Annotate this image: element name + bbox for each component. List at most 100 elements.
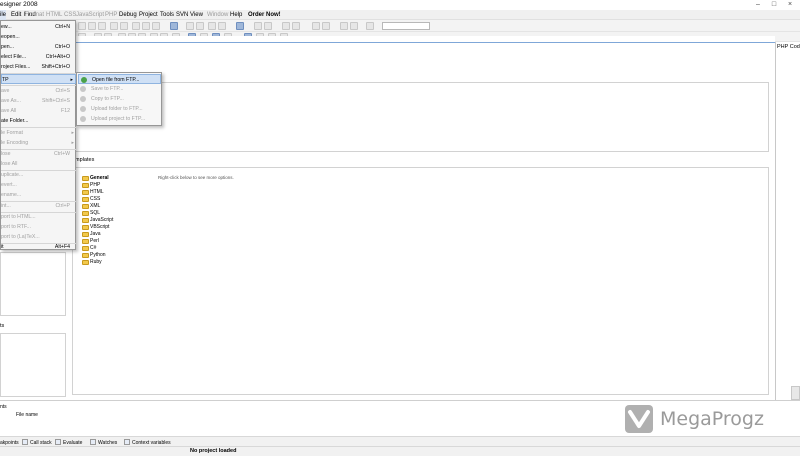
undo-icon[interactable]: [110, 22, 118, 30]
redo-icon[interactable]: [120, 22, 128, 30]
menu-html[interactable]: HTML: [46, 10, 62, 20]
menu-item-new[interactable]: ew... Ctrl+N: [1, 22, 76, 32]
menu-php[interactable]: PHP: [105, 10, 117, 20]
menu-help[interactable]: Help: [230, 10, 242, 20]
folder-icon: [82, 260, 89, 265]
evaluate-icon: [55, 439, 61, 445]
menu-view[interactable]: View: [190, 10, 203, 20]
menu-item-rename[interactable]: ename...: [1, 190, 76, 200]
template-vbscript[interactable]: VBScript: [82, 224, 113, 231]
menu-order-now[interactable]: Order Now!: [248, 10, 281, 20]
template-javascript[interactable]: JavaScript: [82, 217, 113, 224]
menu-item-open[interactable]: pen... Ctrl+O: [1, 42, 76, 52]
menu-item-project-files[interactable]: roject Files... Shift+Ctrl+O: [1, 62, 76, 72]
profile-select[interactable]: [382, 22, 430, 30]
menu-item-file-format[interactable]: le Format ▸: [1, 128, 76, 138]
open-icon[interactable]: [88, 22, 96, 30]
help-icon[interactable]: [366, 22, 374, 30]
goto-icon[interactable]: [218, 22, 226, 30]
browser-icon[interactable]: [292, 22, 300, 30]
template-java[interactable]: Java: [82, 231, 113, 238]
tab-call-stack[interactable]: Call stack: [22, 439, 52, 447]
menu-item-exit[interactable]: it Alt+F4: [1, 242, 76, 252]
save-ftp-icon: [80, 86, 86, 92]
submenu-item-save-to-ftp[interactable]: Save to FTP...: [78, 84, 161, 94]
bookmark-icon[interactable]: [208, 22, 216, 30]
menu-item-close[interactable]: lose Ctrl+W: [1, 149, 76, 159]
minimize-button[interactable]: –: [752, 0, 764, 10]
menu-item-save-as[interactable]: ave As... Shift+Ctrl+S: [1, 96, 76, 106]
settings-icon[interactable]: [340, 22, 348, 30]
step-into-icon[interactable]: [264, 22, 272, 30]
tab-context-variables[interactable]: Context variables: [124, 439, 171, 447]
template-xml[interactable]: XML: [82, 203, 113, 210]
find-icon[interactable]: [186, 22, 194, 30]
debug-icon[interactable]: [236, 22, 244, 30]
maximize-button[interactable]: □: [768, 0, 780, 10]
menu-file[interactable]: ile: [0, 10, 7, 20]
submenu-item-upload-project[interactable]: Upload project to FTP...: [78, 114, 161, 124]
submenu-item-copy-to-ftp[interactable]: Copy to FTP...: [78, 94, 161, 104]
paste-icon[interactable]: [152, 22, 160, 30]
menu-item-revert[interactable]: evert...: [1, 180, 76, 190]
column-header-file-name[interactable]: File name: [16, 412, 38, 418]
run-icon[interactable]: [170, 22, 178, 30]
menu-item-export-latex[interactable]: port to (La)TeX...: [1, 232, 76, 242]
menu-tools[interactable]: Tools: [160, 10, 174, 20]
cut-icon[interactable]: [132, 22, 140, 30]
menu-item-select-file[interactable]: elect File... Ctrl+Alt+O: [1, 52, 76, 62]
right-scrollbar[interactable]: [791, 386, 800, 400]
submenu-item-upload-folder[interactable]: Upload folder to FTP...: [78, 104, 161, 114]
template-css[interactable]: CSS: [82, 196, 113, 203]
menu-item-duplicate[interactable]: uplicate...: [1, 170, 76, 180]
menu-item-close-all[interactable]: lose All: [1, 159, 76, 169]
tab-evaluate[interactable]: Evaluate: [55, 439, 82, 447]
menu-item-save-all[interactable]: ave All F12: [1, 106, 76, 116]
step-icon[interactable]: [254, 22, 262, 30]
validate-icon[interactable]: [322, 22, 330, 30]
template-php[interactable]: PHP: [82, 182, 113, 189]
tab-breakpoints[interactable]: akpoints: [0, 439, 19, 447]
menu-format[interactable]: Format: [25, 10, 44, 20]
ftp-submenu: Open file from FTP... Save to FTP... Cop…: [76, 72, 162, 126]
template-python[interactable]: Python: [82, 252, 113, 259]
save-icon[interactable]: [98, 22, 106, 30]
upload-folder-icon: [80, 106, 86, 112]
menu-item-export-html[interactable]: port to HTML...: [1, 212, 76, 222]
template-ruby[interactable]: Ruby: [82, 259, 113, 266]
menu-javascript[interactable]: JavaScript: [76, 10, 104, 20]
watermark: MegaProgz: [624, 404, 774, 436]
preview-icon[interactable]: [282, 22, 290, 30]
lower-left-title: ts: [0, 323, 5, 329]
template-html[interactable]: HTML: [82, 189, 113, 196]
menu-edit[interactable]: Edit: [11, 10, 21, 20]
recent-files-panel: [72, 82, 769, 152]
menu-item-create-folder[interactable]: ate Folder...: [1, 116, 76, 126]
menu-window[interactable]: Window: [207, 10, 228, 20]
folder-icon: [82, 176, 89, 181]
menu-item-reopen[interactable]: eopen...: [1, 32, 76, 42]
submenu-item-open-from-ftp[interactable]: Open file from FTP...: [78, 74, 161, 84]
menu-item-ftp[interactable]: TP ▸: [1, 74, 76, 84]
menu-item-print[interactable]: int... Ctrl+P: [1, 201, 76, 211]
tab-watches[interactable]: Watches: [90, 439, 117, 447]
close-button[interactable]: ×: [784, 0, 796, 10]
template-csharp[interactable]: C#: [82, 245, 113, 252]
menu-css[interactable]: CSS: [64, 10, 76, 20]
menu-debug[interactable]: Debug: [119, 10, 137, 20]
new-file-icon[interactable]: [78, 22, 86, 30]
menu-item-export-rtf[interactable]: port to RTF...: [1, 222, 76, 232]
copy-icon[interactable]: [142, 22, 150, 30]
tools-icon[interactable]: [350, 22, 358, 30]
check-icon[interactable]: [312, 22, 320, 30]
menu-item-save[interactable]: ave Ctrl+S: [1, 86, 76, 96]
template-sql[interactable]: SQL: [82, 210, 113, 217]
menu-project[interactable]: Project: [139, 10, 158, 20]
globe-icon: [81, 77, 87, 83]
status-text: No project loaded: [190, 448, 237, 454]
template-perl[interactable]: Perl: [82, 238, 113, 245]
menu-item-file-encoding[interactable]: le Encoding ▸: [1, 138, 76, 148]
menu-svn[interactable]: SVN: [176, 10, 188, 20]
replace-icon[interactable]: [196, 22, 204, 30]
template-general[interactable]: General: [82, 175, 113, 182]
